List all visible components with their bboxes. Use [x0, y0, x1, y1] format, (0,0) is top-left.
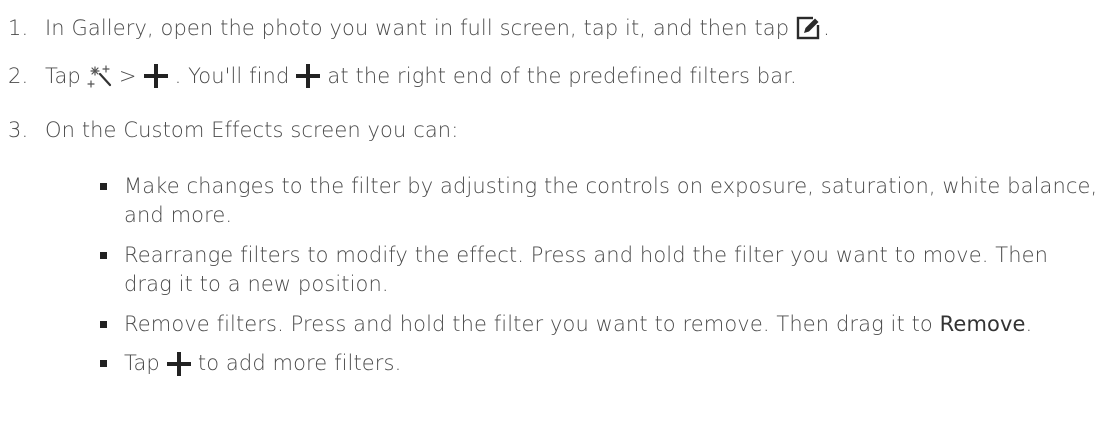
- plus-icon: [143, 64, 168, 88]
- step-2: 2. Tap > . You'll find at the right end …: [8, 62, 797, 90]
- plus-icon: [166, 351, 191, 376]
- bullet-list: Make changes to the filter by adjusting …: [100, 172, 1100, 390]
- list-item: Tap to add more filters.: [100, 349, 1100, 378]
- bullet-text: Make changes to the filter by adjusting …: [124, 174, 1098, 227]
- step-1-text: In Gallery, open the photo you want in f…: [45, 16, 790, 40]
- step-1: 1. In Gallery, open the photo you want i…: [8, 14, 830, 42]
- step-3: 3. On the Custom Effects screen you can:: [8, 116, 458, 144]
- step-text: Tap > . You'll find at the right end of …: [45, 62, 797, 90]
- remove-label: Remove: [939, 312, 1026, 336]
- plus-icon: [296, 64, 321, 88]
- step-text: In Gallery, open the photo you want in f…: [45, 14, 830, 42]
- step-text: On the Custom Effects screen you can:: [45, 118, 459, 142]
- bullet-text: Tap: [124, 351, 160, 375]
- instructions-page: 1. In Gallery, open the photo you want i…: [0, 0, 1109, 440]
- list-item: Make changes to the filter by adjusting …: [100, 172, 1100, 230]
- list-item: Rearrange filters to modify the effect. …: [100, 241, 1100, 299]
- bullet-tail: to add more filters.: [197, 351, 402, 375]
- step-number: 3.: [8, 118, 29, 142]
- bullet-text: Remove filters. Press and hold the filte…: [124, 312, 933, 336]
- bullet-text: Rearrange filters to modify the effect. …: [124, 243, 1049, 296]
- step-number: 2.: [8, 64, 29, 88]
- magic-wand-icon: [87, 65, 111, 88]
- list-item: Remove filters. Press and hold the filte…: [100, 310, 1100, 339]
- edit-icon: [796, 15, 822, 40]
- step-1-tail: .: [823, 16, 830, 40]
- step-2-mid: . You'll find: [174, 64, 290, 88]
- bullet-tail: .: [1025, 312, 1033, 336]
- step-2-text: Tap: [45, 64, 81, 88]
- step-number: 1.: [8, 16, 29, 40]
- bullet-line: Tap to add more filters.: [124, 349, 401, 378]
- step-2-end: at the right end of the predefined filte…: [327, 64, 797, 88]
- step-2-separator: >: [118, 64, 137, 88]
